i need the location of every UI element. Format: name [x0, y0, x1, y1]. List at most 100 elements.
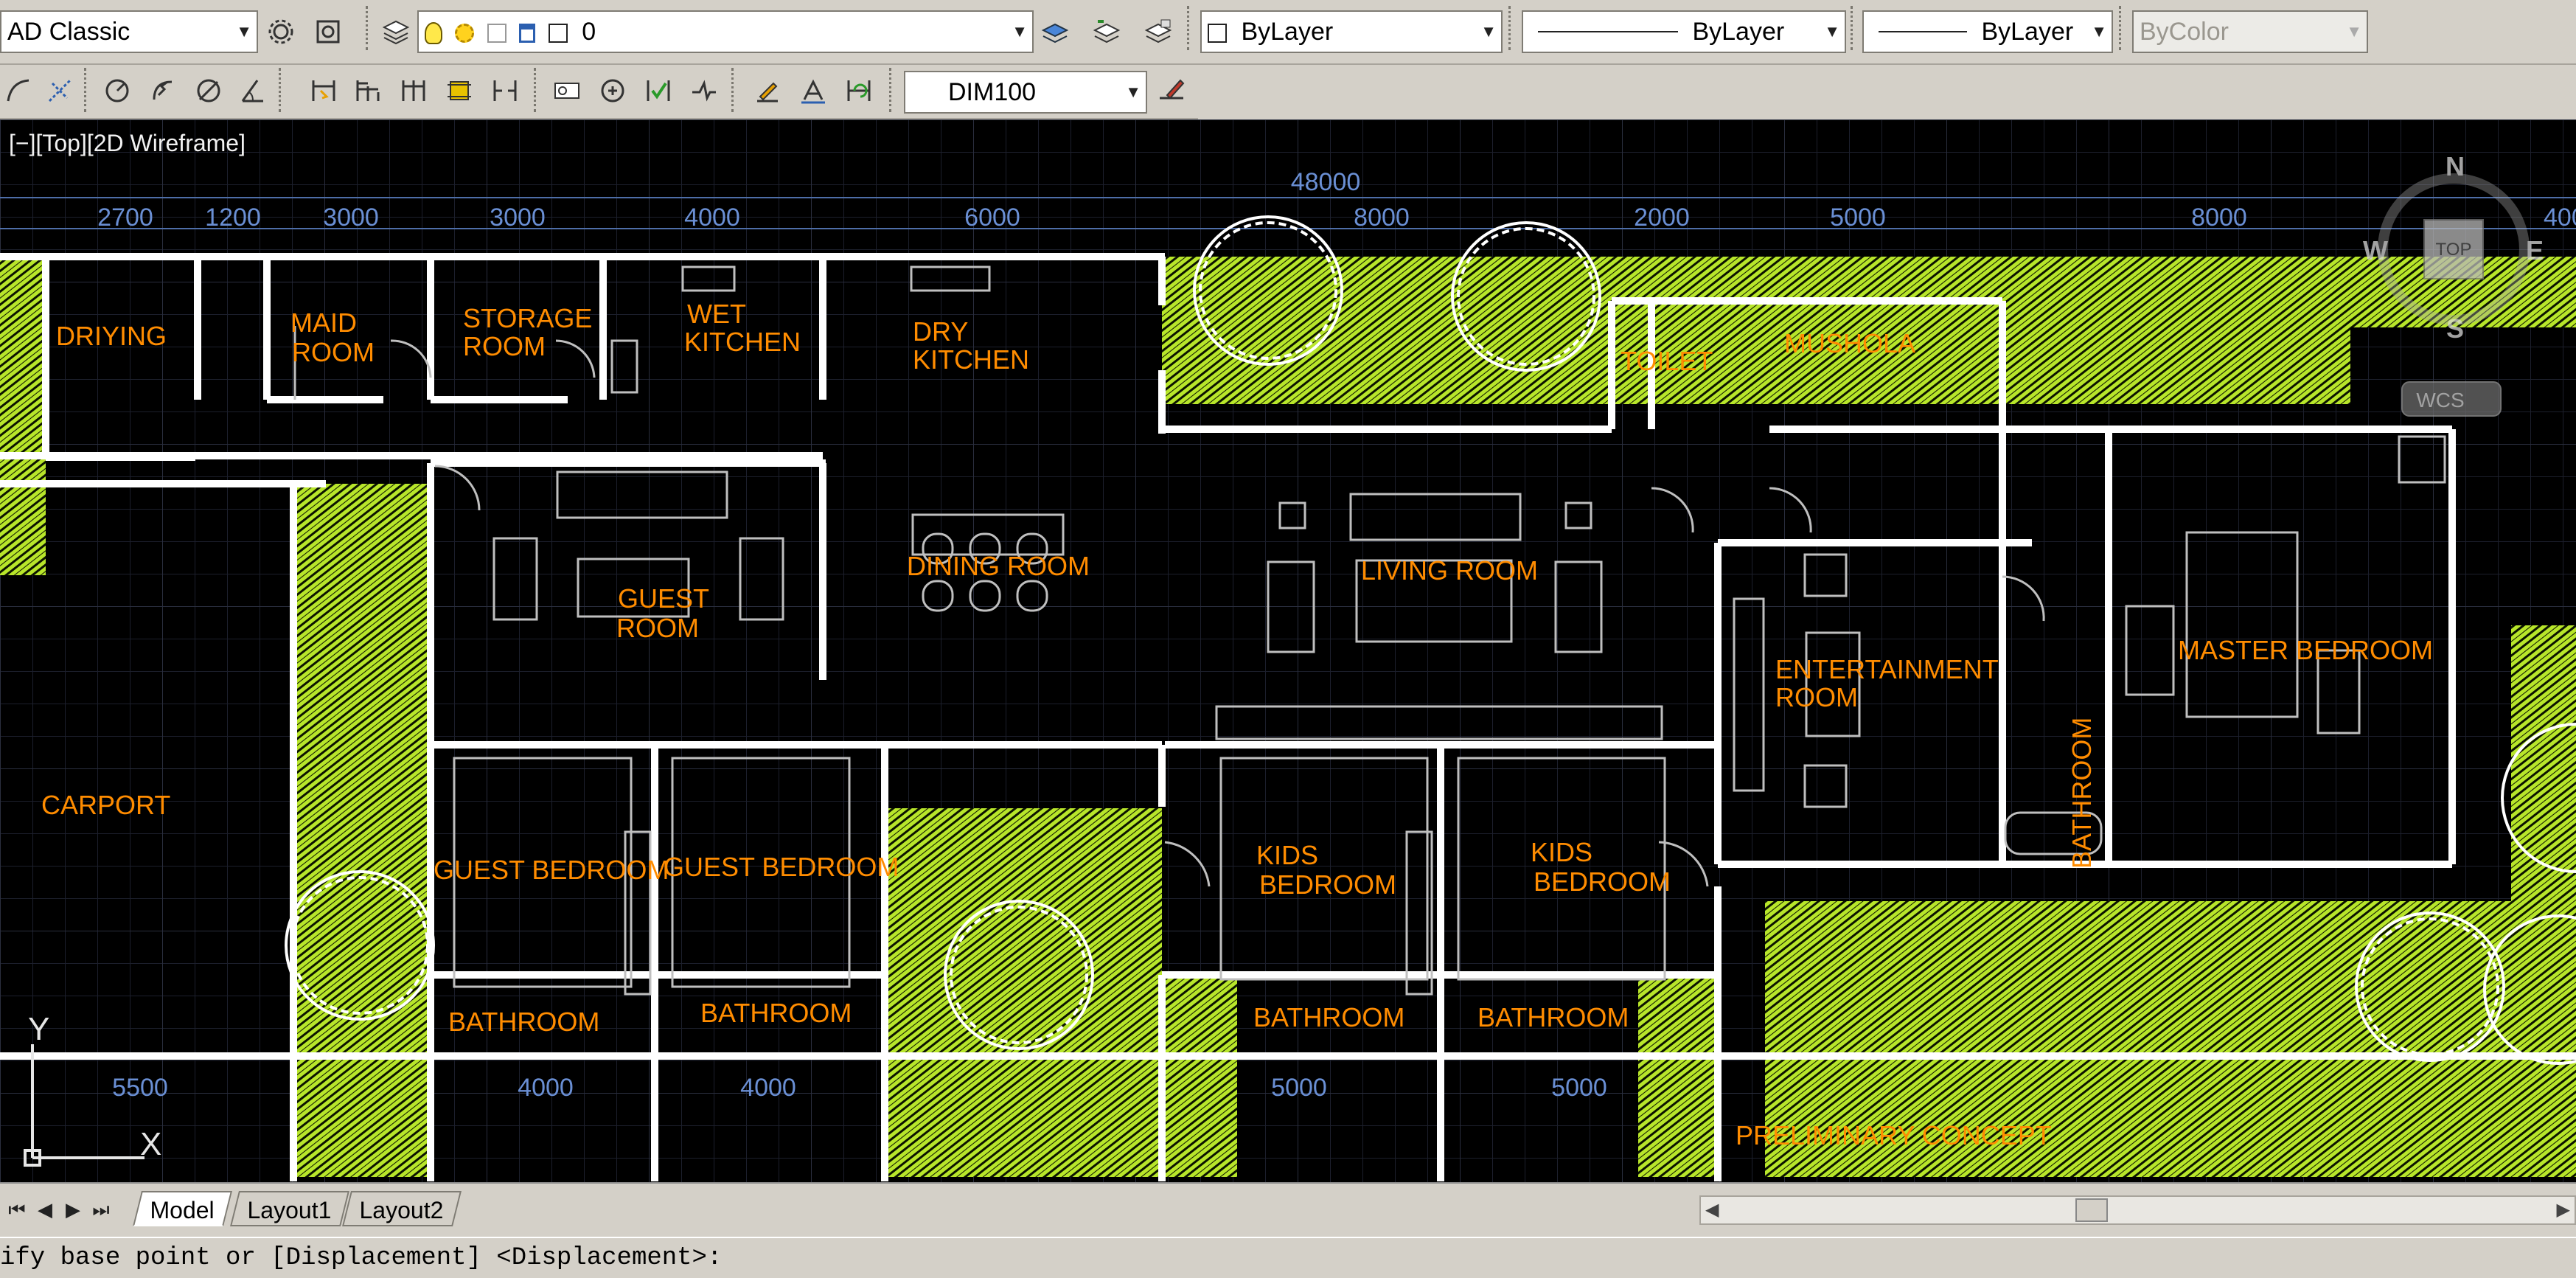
tolerance-button[interactable] [549, 69, 585, 112]
color-value: ByLayer [1241, 18, 1334, 46]
inspection-icon [647, 80, 670, 101]
jogged-button[interactable] [145, 69, 181, 112]
dimedit-button[interactable] [749, 69, 786, 112]
diameter-button[interactable] [190, 69, 227, 112]
command-line[interactable]: ify base point or [Displacement] <Displa… [0, 1237, 2576, 1278]
layer-color-swatch [548, 24, 568, 43]
scroll-right-icon[interactable]: ▶ [2557, 1197, 2570, 1223]
next-tab-button[interactable]: ▶ [62, 1194, 84, 1225]
autocad-window: AD Classic ▼ 0 ▼ ByLayer ▼ ByLayer ▼ ByL… [0, 0, 2576, 1278]
top-dimension: 4000 [684, 204, 740, 232]
workspace-dropdown[interactable]: AD Classic ▼ [0, 10, 258, 53]
toolbar-grip[interactable] [279, 68, 285, 112]
room-label-carport: CARPORT [41, 790, 170, 820]
bottom-dimension: 4000 [518, 1074, 574, 1102]
tab-model-label: Model [150, 1197, 215, 1223]
viewcube-east[interactable]: E [2526, 235, 2544, 265]
arc-icon [7, 79, 29, 102]
ordinate-button[interactable] [41, 69, 78, 112]
room-label-kids-bedroom: BEDROOM [1534, 867, 1671, 897]
drawing-area[interactable]: 48000 2700 1200 3000 3000 4000 6000 8000… [0, 119, 2576, 1182]
viewcube-north[interactable]: N [2446, 151, 2465, 181]
room-label-storage: STORAGE [463, 303, 592, 333]
linetype-preview [1538, 31, 1678, 32]
bottom-dimension: 4000 [740, 1074, 796, 1102]
layer-properties-button[interactable] [377, 10, 414, 53]
jogged-linear-icon [692, 80, 716, 102]
top-dimension: 6000 [964, 204, 1020, 232]
center-mark-button[interactable] [594, 69, 631, 112]
lineweight-value: ByLayer [1981, 18, 2074, 46]
viewcube-top[interactable]: TOP [2436, 240, 2472, 260]
viewcube-south[interactable]: S [2446, 313, 2464, 344]
room-label-dry-kitchen: KITCHEN [913, 344, 1029, 375]
viewcube-west[interactable]: W [2363, 235, 2388, 265]
tab-layout2[interactable]: Layout2 [342, 1191, 462, 1226]
wcs-menu[interactable]: WCS [2416, 389, 2464, 411]
dimspace-button[interactable] [441, 69, 478, 112]
viewport-freeze-icon [487, 24, 507, 43]
dimspace-icon [448, 81, 471, 100]
properties-toolbar: AD Classic ▼ 0 ▼ ByLayer ▼ ByLayer ▼ ByL… [0, 0, 2576, 65]
toolbar-grip[interactable] [731, 68, 737, 112]
top-dimension: 1200 [205, 204, 261, 232]
lock-icon [519, 24, 536, 43]
workspace-settings-button[interactable] [262, 10, 299, 53]
room-label-master-bathroom: BATHROOM [2067, 718, 2097, 869]
angular-button[interactable] [234, 69, 271, 112]
toolbar-grip[interactable] [366, 6, 372, 50]
radius-button[interactable] [99, 69, 136, 112]
toolbar-grip[interactable] [889, 68, 895, 112]
quick-dimension-button[interactable] [305, 69, 342, 112]
toolbar-grip[interactable] [1187, 6, 1193, 50]
toolbar-grip[interactable] [1851, 6, 1856, 50]
linetype-value: ByLayer [1692, 18, 1785, 46]
dimbreak-button[interactable] [487, 69, 523, 112]
dimtedit-button[interactable] [795, 69, 832, 112]
viewport-controls-label[interactable]: [−][Top][2D Wireframe] [9, 130, 246, 157]
bulb-icon [425, 22, 442, 44]
scrollbar-thumb[interactable] [2075, 1198, 2108, 1222]
layer-previous-icon [1093, 20, 1121, 44]
tab-model[interactable]: Model [133, 1191, 233, 1226]
scroll-left-icon[interactable]: ◀ [1705, 1197, 1719, 1223]
dimension-style-button[interactable] [1153, 69, 1190, 112]
top-dimension: 5000 [1830, 204, 1886, 232]
customize-button[interactable] [310, 10, 347, 53]
toolbar-grip[interactable] [2119, 6, 2125, 50]
room-label-storage: ROOM [463, 331, 546, 361]
arc-length-button[interactable] [0, 69, 37, 112]
chevron-down-icon: ▼ [2346, 22, 2362, 41]
tab-layout1[interactable]: Layout1 [230, 1191, 349, 1226]
layer-previous-button[interactable] [1088, 10, 1125, 53]
tab-layout1-label: Layout1 [247, 1197, 332, 1223]
prev-tab-button[interactable]: ◀ [34, 1194, 56, 1225]
make-layer-current-button[interactable] [1037, 10, 1073, 53]
toolbar-grip[interactable] [84, 68, 90, 112]
toolbar-grip[interactable] [534, 68, 540, 112]
dimstyle-dropdown[interactable]: DIM100 ▼ [904, 71, 1147, 114]
lineweight-dropdown[interactable]: ByLayer ▼ [1862, 10, 2113, 53]
color-dropdown[interactable]: ByLayer ▼ [1200, 10, 1503, 53]
room-label-living-room: LIVING ROOM [1361, 555, 1538, 586]
bottom-dimension: 5000 [1551, 1074, 1607, 1102]
dimupdate-button[interactable] [840, 69, 877, 112]
layer-states-button[interactable] [1140, 10, 1177, 53]
baseline-button[interactable] [349, 69, 386, 112]
lineweight-preview [1879, 31, 1967, 32]
linetype-dropdown[interactable]: ByLayer ▼ [1522, 10, 1846, 53]
jogged-linear-button[interactable] [686, 69, 723, 112]
continue-button[interactable] [395, 69, 432, 112]
first-tab-button[interactable]: ⏮ [6, 1194, 28, 1225]
last-tab-button[interactable]: ⏭ [90, 1194, 112, 1225]
room-label-bathroom: BATHROOM [1253, 1002, 1404, 1032]
toolbar-grip[interactable] [1508, 6, 1514, 50]
horizontal-scrollbar[interactable]: ◀ ▶ [1699, 1195, 2576, 1225]
bottom-dimension: 5000 [1271, 1074, 1327, 1102]
workspace-value: AD Classic [7, 18, 130, 46]
layer-dropdown[interactable]: 0 ▼ [417, 10, 1034, 53]
room-label-guest-room: GUEST [618, 583, 709, 614]
tab-layout2-label: Layout2 [359, 1197, 444, 1223]
inspection-button[interactable] [640, 69, 677, 112]
center-mark-icon [601, 79, 624, 103]
